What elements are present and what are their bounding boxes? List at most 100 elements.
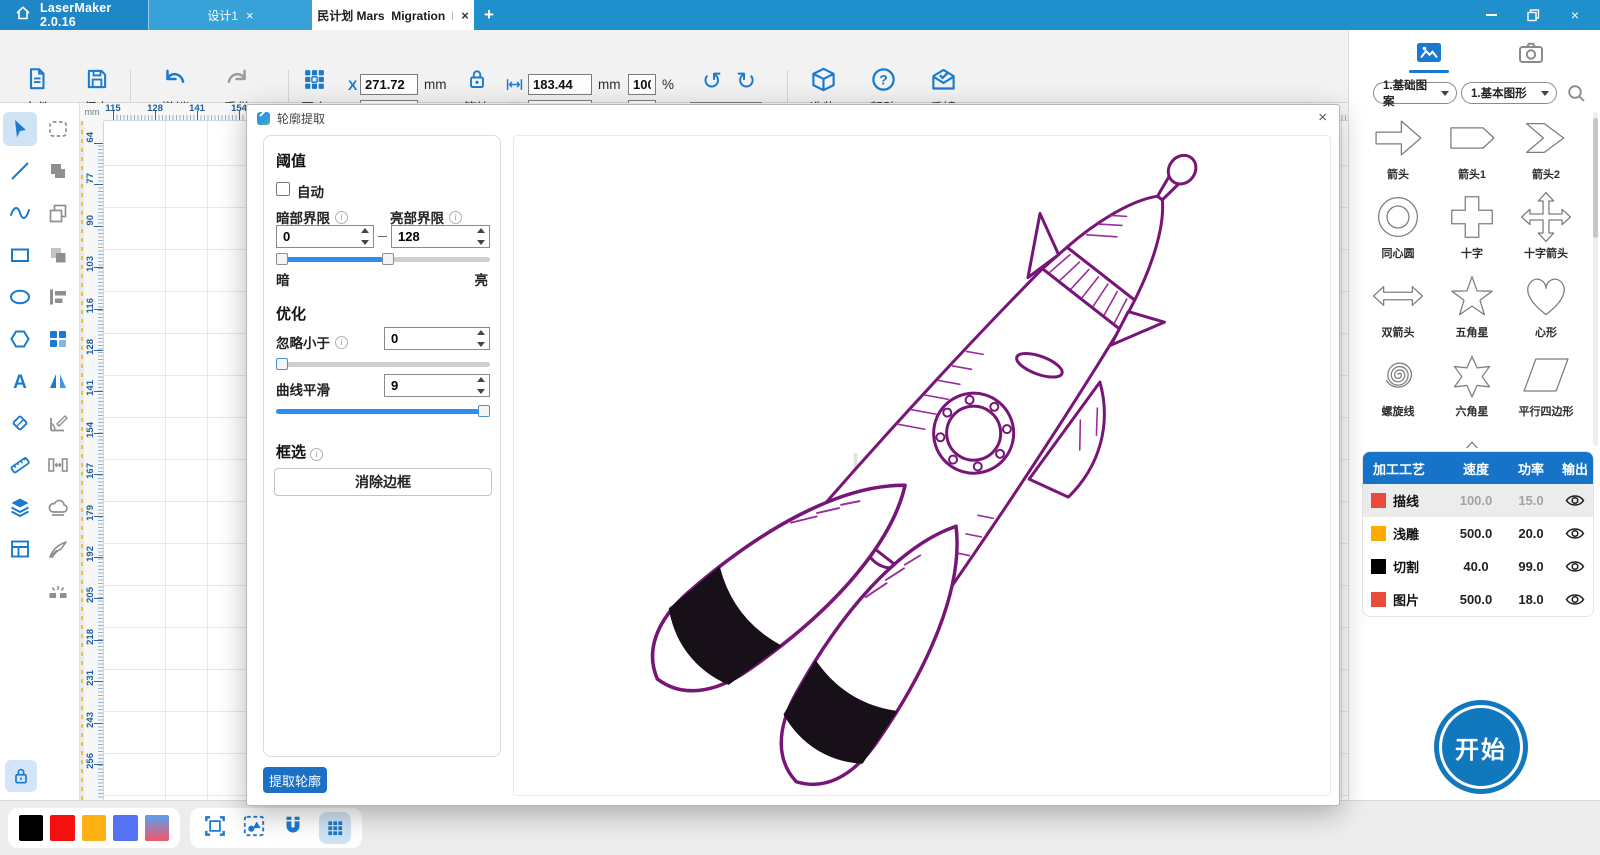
lock-canvas-button[interactable] [5,760,37,792]
spinner-arrows-icon[interactable] [475,330,487,347]
rotate-cw-icon[interactable]: ↻ [736,70,756,94]
measure-angle-tool[interactable] [41,406,75,440]
shape-item-cross-arrows[interactable]: 十字箭头 [1509,189,1583,268]
start-button[interactable]: 开始 [1434,700,1528,794]
magnet-snap-button[interactable] [280,813,306,844]
union-tool[interactable] [41,154,75,188]
color-swatch-gradient[interactable] [145,815,169,841]
new-tab-button[interactable]: + [474,0,504,30]
ignore-smaller-input[interactable] [385,328,489,349]
shape-item-concentric[interactable]: 同心圆 [1361,189,1435,268]
ignore-smaller-stepper[interactable] [384,327,490,350]
align-tool[interactable] [41,280,75,314]
select-tool[interactable] [3,112,37,146]
auto-checkbox[interactable] [276,182,290,196]
tab-image-library[interactable] [1415,40,1443,70]
curve-smooth-slider[interactable] [276,409,490,414]
app-home[interactable]: LaserMaker 2.0.16 [0,0,148,30]
dialog-header[interactable]: 轮廓提取 × [247,105,1339,131]
tab-camera-capture[interactable] [1517,40,1545,70]
ellipse-tool[interactable] [3,280,37,314]
width-percent-input[interactable] [628,74,656,95]
shape-item-cross[interactable]: 十字 [1435,189,1509,268]
process-row-3[interactable]: 图片 500.0 18.0 [1363,583,1593,616]
tape-measure-tool[interactable] [3,448,37,482]
mirror-tool[interactable] [41,364,75,398]
process-row-1[interactable]: 浅雕 500.0 20.0 [1363,517,1593,550]
spinner-arrows-icon[interactable] [475,377,487,394]
frame-view-button[interactable] [202,813,228,844]
layer-color-swatch[interactable] [1371,559,1386,574]
tab-close-icon[interactable]: × [246,9,254,22]
category-dropdown-shape[interactable]: 1.基本图形 [1461,82,1557,104]
tab-mars-project[interactable]: 民计划 Mars Migration Program × [312,0,474,30]
polygon-tool[interactable] [3,322,37,356]
eraser-tool[interactable] [3,406,37,440]
shape-item-parallelogram[interactable]: 平行四边形 [1509,347,1583,426]
visibility-eye-icon[interactable] [1557,559,1593,574]
text-tool[interactable]: A [3,364,37,398]
visibility-eye-icon[interactable] [1557,526,1593,541]
layer-color-swatch[interactable] [1371,592,1386,607]
shape-item-spiral[interactable]: 螺旋线 [1361,347,1435,426]
layer-color-swatch[interactable] [1371,526,1386,541]
shape-item-heart[interactable]: 心形 [1509,268,1583,347]
rotate-ccw-icon[interactable]: ↺ [702,70,722,94]
shape-item-double-arrow[interactable]: 双箭头 [1361,268,1435,347]
spinner-arrows-icon[interactable] [475,228,487,245]
slider-handle[interactable] [276,358,288,370]
layer-color-swatch[interactable] [1371,493,1386,508]
close-button[interactable]: × [1558,0,1592,30]
slider-handle-dark[interactable] [276,253,288,265]
distribute-tool[interactable] [41,448,75,482]
ignore-smaller-slider[interactable] [276,362,490,367]
shape-item-arc[interactable] [1361,426,1435,448]
break-apart-tool[interactable] [41,574,75,608]
threshold-range-slider[interactable] [276,257,490,262]
shape-item-star5[interactable]: 五角星 [1435,268,1509,347]
weld-tool[interactable] [41,490,75,524]
width-input[interactable] [528,74,592,95]
fit-selection-button[interactable] [241,813,267,844]
search-icon[interactable] [1567,84,1586,108]
dark-limit-stepper[interactable] [276,225,374,248]
visibility-eye-icon[interactable] [1557,592,1593,607]
bright-limit-stepper[interactable] [391,225,490,248]
color-swatch-black[interactable] [19,815,43,841]
tab-close-icon[interactable]: × [461,9,469,22]
group-tool[interactable] [41,322,75,356]
shape-item-arrow2[interactable]: 箭头2 [1509,110,1583,189]
maximize-button[interactable] [1516,0,1550,30]
minimize-button[interactable] [1474,0,1508,30]
shape-item-angle[interactable] [1435,426,1509,448]
spinner-arrows-icon[interactable] [359,228,371,245]
curve-smooth-stepper[interactable] [384,374,490,397]
shape-item-star6[interactable]: 六角星 [1435,347,1509,426]
duplicate-tool[interactable] [41,196,75,230]
visibility-eye-icon[interactable] [1557,493,1593,508]
process-row-2[interactable]: 切割 40.0 99.0 [1363,550,1593,583]
shapes-scrollbar[interactable] [1593,112,1598,446]
line-tool[interactable] [3,154,37,188]
color-swatch-red[interactable] [50,815,74,841]
shape-item-arrow1[interactable]: 箭头1 [1435,110,1509,189]
process-row-0[interactable]: 描线 100.0 15.0 [1363,484,1593,517]
curve-smooth-input[interactable] [385,375,489,396]
color-swatch-blue[interactable] [113,815,137,841]
marquee-select-tool[interactable] [41,112,75,146]
curve-tool[interactable] [3,196,37,230]
slider-handle-bright[interactable] [382,253,394,265]
slider-handle[interactable] [478,405,490,417]
pen-tool[interactable] [41,532,75,566]
x-input[interactable] [360,74,418,95]
rectangle-tool[interactable] [3,238,37,272]
layout-tool[interactable] [3,532,37,566]
shape-item-arrow[interactable]: 箭头 [1361,110,1435,189]
dialog-close-icon[interactable]: × [1318,110,1327,125]
grid-toggle-button[interactable] [319,812,351,844]
layers-tool[interactable] [3,490,37,524]
color-swatch-orange[interactable] [82,815,106,841]
category-dropdown-pattern[interactable]: 1.基础图案 [1373,82,1457,104]
remove-border-button[interactable]: 消除边框 [274,468,492,496]
subtract-tool[interactable] [41,238,75,272]
